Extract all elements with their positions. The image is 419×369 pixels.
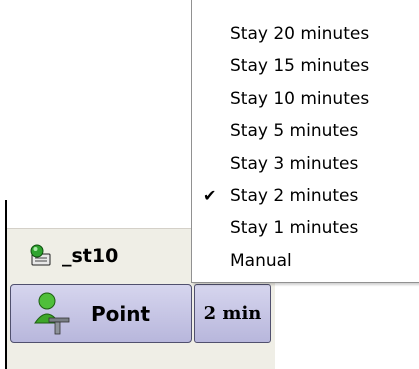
menu-item-label: Stay 5 minutes xyxy=(230,121,359,142)
menu-item-stay-20[interactable]: Stay 20 minutes xyxy=(192,18,419,50)
point-button-label: Point xyxy=(91,301,151,326)
menu-item-label: Stay 2 minutes xyxy=(230,185,359,206)
menu-item-label: Stay 1 minutes xyxy=(230,218,359,239)
menu-item-stay-5[interactable]: Stay 5 minutes xyxy=(192,115,419,147)
menu-item-label: Stay 20 minutes xyxy=(230,24,370,44)
checkmark-icon: ✔ xyxy=(203,185,217,205)
station-row: _st10 xyxy=(7,236,207,276)
menu-item-label: Manual xyxy=(230,250,292,271)
menu-item-stay-15[interactable]: Stay 15 minutes xyxy=(192,50,419,82)
menu-item-stay-2[interactable]: ✔ Stay 2 minutes xyxy=(192,180,419,212)
menu-item-label: Stay 15 minutes xyxy=(230,56,370,77)
menu-item-stay-1[interactable]: Stay 1 minutes xyxy=(192,212,419,244)
menu-item-label: Stay 3 minutes xyxy=(230,153,359,174)
station-label: _st10 xyxy=(62,245,119,267)
stay-duration-menu: Stay 20 minutes Stay 15 minutes Stay 10 … xyxy=(191,0,419,283)
menu-item-label: Stay 10 minutes xyxy=(230,88,370,109)
stay-time-label: 2 min xyxy=(203,303,262,324)
computer-station-icon xyxy=(28,243,54,269)
point-button[interactable]: Point xyxy=(10,284,192,343)
stay-time-button[interactable]: 2 min xyxy=(194,284,271,343)
user-pointer-icon xyxy=(33,291,73,337)
menu-item-stay-3[interactable]: Stay 3 minutes xyxy=(192,148,419,180)
menu-item-manual[interactable]: Manual xyxy=(192,245,419,277)
menu-item-stay-10[interactable]: Stay 10 minutes xyxy=(192,83,419,115)
